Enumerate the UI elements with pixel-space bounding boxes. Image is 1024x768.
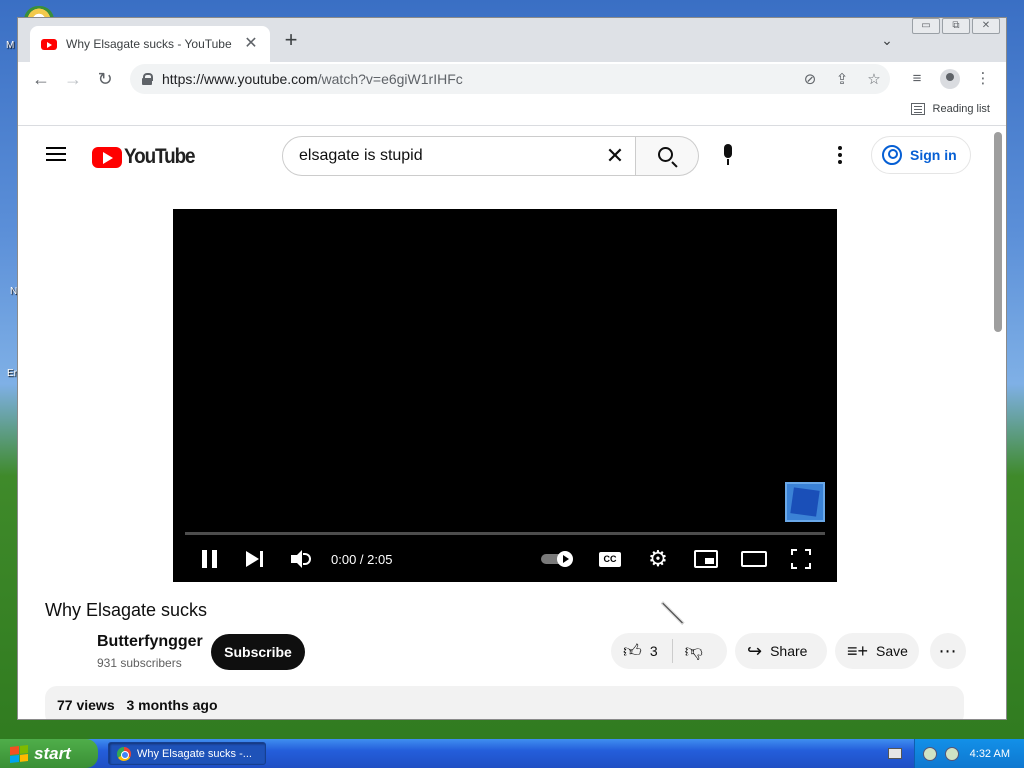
- view-count: 77 views: [57, 697, 115, 713]
- like-divider: [671, 639, 673, 663]
- reading-list-button[interactable]: Reading list: [910, 103, 990, 115]
- time-display: 0:00 / 2:05: [331, 552, 393, 567]
- player-controls: 0:00 / 2:05 CC ⚙: [173, 539, 837, 579]
- share-page-icon[interactable]: ⇪: [826, 70, 858, 88]
- new-tab-button[interactable]: +: [280, 29, 302, 52]
- reading-list-label: Reading list: [932, 103, 990, 115]
- profile-avatar-icon[interactable]: [940, 69, 960, 89]
- fullscreen-icon[interactable]: [791, 549, 811, 569]
- url-text[interactable]: https://www.youtube.com/watch?v=e6giW1rI…: [162, 71, 794, 87]
- browser-window: Why Elsagate sucks - YouTube ✕ + ⌄ ▭ ⧉ ✕…: [17, 17, 1007, 720]
- chrome-icon: [117, 746, 131, 761]
- pause-icon[interactable]: [199, 547, 223, 571]
- bookmarks-bar: Reading list: [18, 96, 1006, 126]
- keyboard-language-icon[interactable]: [888, 748, 902, 759]
- like-dislike-group: 👍︎ 3 👎︎: [611, 633, 727, 669]
- tab-search-chevron-icon[interactable]: ⌄: [878, 32, 896, 50]
- chrome-menu-icon[interactable]: ⋮: [972, 68, 994, 90]
- search-icon: [658, 147, 673, 162]
- tab-title: Why Elsagate sucks - YouTube: [66, 37, 232, 51]
- search-input[interactable]: elsagate is stupid: [299, 147, 595, 165]
- share-button[interactable]: ↪ Share: [735, 633, 827, 669]
- restore-button[interactable]: ⧉: [942, 18, 970, 34]
- shield-icon[interactable]: [923, 746, 937, 761]
- progress-bar[interactable]: [185, 532, 825, 535]
- reading-list-icon: [910, 103, 925, 115]
- taskbar: start Why Elsagate sucks -... 4:32 AM: [0, 739, 1024, 768]
- media-queue-icon[interactable]: ≡: [906, 68, 928, 90]
- close-window-button[interactable]: ✕: [972, 18, 1000, 34]
- miniplayer-icon[interactable]: [694, 550, 718, 568]
- browser-toolbar: ← → ↻ https://www.youtube.com/watch?v=e6…: [18, 62, 1006, 96]
- search-button[interactable]: [636, 136, 699, 176]
- lock-icon[interactable]: [142, 73, 153, 85]
- more-actions-button[interactable]: ⋯: [930, 633, 966, 669]
- page-scrollbar[interactable]: [994, 132, 1002, 332]
- account-icon: [882, 145, 902, 165]
- share-arrow-icon: ↪: [747, 640, 763, 661]
- like-icon[interactable]: 👍︎: [623, 640, 642, 662]
- eye-slash-icon[interactable]: ⊘: [794, 70, 826, 88]
- playlist-add-icon: ≡+: [847, 640, 869, 661]
- theater-mode-icon[interactable]: [741, 551, 767, 567]
- start-button[interactable]: start: [0, 739, 98, 768]
- tab-strip: Why Elsagate sucks - YouTube ✕ + ⌄ ▭ ⧉ ✕: [18, 18, 1006, 62]
- taskbar-item-label: Why Elsagate sucks -...: [137, 747, 252, 760]
- address-bar[interactable]: https://www.youtube.com/watch?v=e6giW1rI…: [130, 64, 890, 94]
- description-box[interactable]: 77 views 3 months ago: [45, 686, 964, 719]
- channel-watermark[interactable]: [785, 482, 825, 522]
- subscribe-button[interactable]: Subscribe: [211, 634, 305, 670]
- sign-in-button[interactable]: Sign in: [871, 136, 971, 174]
- youtube-header: YouTube elsagate is stupid ✕ Sign in: [18, 128, 990, 184]
- subscriber-count: 931 subscribers: [97, 656, 182, 670]
- volume-icon[interactable]: [289, 547, 313, 571]
- video-player[interactable]: 0:00 / 2:05 CC ⚙: [173, 209, 837, 582]
- sign-in-label: Sign in: [910, 147, 957, 163]
- back-arrow-icon[interactable]: ←: [30, 68, 52, 90]
- dislike-icon[interactable]: 👎︎: [685, 640, 703, 662]
- settings-menu-icon[interactable]: [838, 146, 844, 166]
- save-label: Save: [876, 643, 908, 659]
- desktop-label: M: [6, 40, 15, 51]
- minimize-button[interactable]: ▭: [912, 18, 940, 34]
- share-label: Share: [770, 643, 808, 659]
- more-dots-icon: ⋯: [938, 640, 958, 661]
- youtube-logo[interactable]: YouTube: [92, 145, 202, 169]
- taskbar-item-chrome[interactable]: Why Elsagate sucks -...: [108, 742, 266, 765]
- reload-icon[interactable]: ↻: [94, 68, 116, 90]
- start-label: start: [34, 743, 71, 763]
- clear-search-icon[interactable]: ✕: [595, 143, 635, 169]
- settings-gear-icon[interactable]: ⚙: [647, 548, 669, 570]
- youtube-page: YouTube elsagate is stupid ✕ Sign in 0:0…: [18, 128, 990, 719]
- search-box[interactable]: elsagate is stupid ✕: [282, 136, 636, 176]
- autoplay-toggle[interactable]: [541, 551, 575, 567]
- toolbar-right: ≡ ⋮: [906, 68, 994, 90]
- system-tray: 4:32 AM: [914, 739, 1024, 768]
- subtitles-button[interactable]: CC: [599, 552, 621, 567]
- desktop-label: Er: [7, 368, 17, 379]
- voice-search-icon[interactable]: [718, 144, 738, 168]
- next-video-icon[interactable]: [243, 547, 267, 571]
- browser-tab[interactable]: Why Elsagate sucks - YouTube ✕: [30, 26, 270, 62]
- windows-logo-icon: [10, 744, 28, 763]
- save-button[interactable]: ≡+ Save: [835, 633, 919, 669]
- clock: 4:32 AM: [969, 747, 1010, 760]
- youtube-play-icon: [92, 146, 122, 168]
- hamburger-menu-icon[interactable]: [46, 147, 66, 161]
- bookmark-star-icon[interactable]: ☆: [858, 70, 890, 88]
- like-count[interactable]: 3: [650, 643, 658, 659]
- close-tab-icon[interactable]: ✕: [242, 35, 260, 53]
- window-controls: ▭ ⧉ ✕: [912, 18, 1000, 34]
- youtube-favicon-icon: [41, 38, 57, 50]
- video-title: Why Elsagate sucks: [45, 600, 208, 620]
- network-icon[interactable]: [945, 746, 959, 761]
- youtube-logo-text: YouTube: [124, 145, 196, 168]
- upload-age: 3 months ago: [126, 697, 218, 713]
- channel-name[interactable]: Butterfyngger: [97, 633, 203, 651]
- forward-arrow-icon[interactable]: →: [62, 68, 84, 90]
